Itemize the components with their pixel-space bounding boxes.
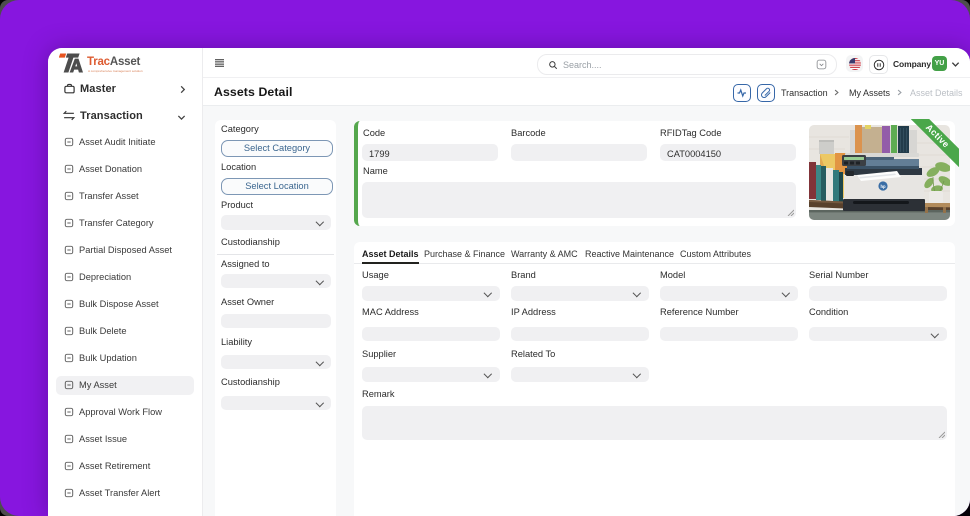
svg-text:hp: hp	[880, 184, 886, 189]
